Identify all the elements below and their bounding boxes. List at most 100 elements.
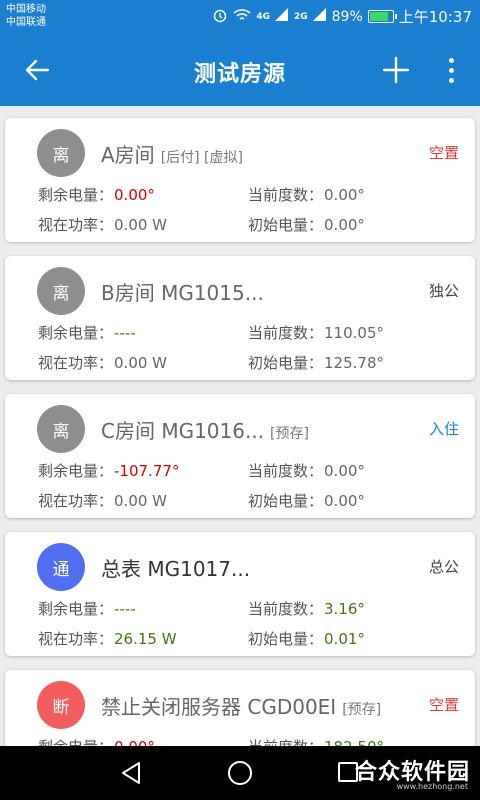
more-menu-button[interactable] [440,52,462,88]
power-label: 视在功率： [38,354,114,372]
room-title: 总表 MG1017... [101,557,251,581]
clock: 上午10:37 [398,8,472,26]
room-name: 禁止关闭服务器 CGD00EI [预存] [101,691,381,720]
room-list[interactable]: 离 A房间 [后付] [虚拟] 空置 剩余电量：0.00° 当前度数：0.00° … [0,106,480,746]
room-card[interactable]: 离 C房间 MG1016... [预存] 入住 剩余电量：-107.77° 当前度… [5,394,475,518]
room-tags: [预存] [270,426,309,442]
remaining-label: 剩余电量： [38,462,114,480]
carrier-info: 中国移动 中国联通 [6,3,46,29]
battery-icon [367,10,397,23]
current-reading-row: 当前度数：182.50° [248,736,384,746]
room-tags: [后付] [虚拟] [160,150,243,166]
status-avatar: 通 [37,543,85,591]
power-label: 视在功率： [38,492,114,510]
status-icons: 4G 2G 89% 上午10:37 [212,6,472,27]
add-button[interactable] [380,54,412,86]
plus-icon [382,56,410,84]
initial-value: 0.00° [324,492,365,510]
initial-row: 初始电量：125.78° [248,352,384,373]
initial-row: 初始电量：0.01° [248,628,365,649]
room-card[interactable]: 离 B房间 MG1015... 独公 剩余电量：---- 当前度数：110.05… [5,256,475,380]
initial-row: 初始电量：0.00° [248,214,365,235]
power-value: 0.00 W [114,492,168,510]
power-value: 0.00 W [114,216,168,234]
room-title: A房间 [101,143,155,167]
occupancy-status: 空置 [428,696,459,714]
room-title: B房间 MG1015... [101,281,264,305]
signal-tag-1: 4G [256,11,270,22]
alarm-icon [212,7,228,27]
remaining-label: 剩余电量： [38,738,113,746]
remaining-label: 剩余电量： [38,600,114,618]
more-vert-icon [448,57,454,63]
current-reading-value: 0.00° [324,462,365,480]
remaining-row: 剩余电量：-107.77° [38,460,179,481]
initial-row: 初始电量：0.00° [248,490,365,511]
current-reading-row: 当前度数：3.16° [248,598,365,619]
current-reading-row: 当前度数：0.00° [248,460,365,481]
current-reading-label: 当前度数： [248,462,324,480]
remaining-row: 剩余电量：---- [38,322,136,343]
room-card[interactable]: 断 禁止关闭服务器 CGD00EI [预存] 空置 剩余电量：0.00° 当前度数… [5,670,475,746]
remaining-row: 剩余电量：---- [38,598,136,619]
room-name: C房间 MG1016... [预存] [101,415,309,444]
nav-back-icon[interactable] [120,761,142,785]
remaining-value: -107.77° [114,462,180,480]
room-card[interactable]: 离 A房间 [后付] [虚拟] 空置 剩余电量：0.00° 当前度数：0.00° … [5,118,475,242]
room-name: B房间 MG1015... [101,277,270,306]
initial-value: 0.00° [324,216,365,234]
current-reading-label: 当前度数： [248,324,324,342]
carrier-1: 中国移动 [6,4,46,15]
remaining-row: 剩余电量：0.00° [38,736,155,746]
status-avatar: 离 [37,129,85,177]
current-reading-row: 当前度数：110.05° [248,322,384,343]
room-name: 总表 MG1017... [101,553,256,582]
signal-tag-2: 2G [293,11,308,22]
remaining-value: 0.00° [114,738,155,746]
current-reading-value: 110.05° [324,324,385,342]
initial-label: 初始电量： [248,492,324,510]
room-title: 禁止关闭服务器 CGD00EI [101,695,337,719]
wifi-icon [233,8,251,26]
power-value: 26.15 W [114,630,177,648]
status-avatar: 离 [37,405,85,453]
initial-label: 初始电量： [248,216,324,234]
watermark-url: www.hezhong.net [396,782,468,791]
system-nav-bar: 合众软件园 www.hezhong.net [0,746,480,800]
power-row: 视在功率：0.00 W [38,352,167,373]
power-label: 视在功率： [38,216,114,234]
remaining-value: 0.00° [114,186,155,204]
current-reading-label: 当前度数： [248,738,323,746]
battery-level [369,12,389,21]
signal-icon-2 [312,8,327,25]
app-bar: 测试房源 [0,34,480,106]
status-avatar: 断 [37,681,85,729]
power-value: 0.00 W [114,354,168,372]
battery-percent: 89% [331,8,363,25]
power-row: 视在功率：0.00 W [38,214,167,235]
occupancy-status: 总公 [428,558,459,576]
initial-label: 初始电量： [248,630,324,648]
current-reading-value: 3.16° [324,600,365,618]
room-name: A房间 [后付] [虚拟] [101,139,243,168]
occupancy-status: 入住 [428,420,459,438]
room-card[interactable]: 通 总表 MG1017... 总公 剩余电量：---- 当前度数：3.16° 视… [5,532,475,656]
current-reading-row: 当前度数：0.00° [248,184,365,205]
current-reading-value: 182.50° [324,738,384,746]
current-reading-label: 当前度数： [248,600,324,618]
occupancy-status: 空置 [428,144,459,162]
remaining-value: ---- [114,324,136,342]
power-row: 视在功率：0.00 W [38,490,167,511]
initial-value: 0.01° [324,630,365,648]
initial-value: 125.78° [324,354,385,372]
room-tags: [预存] [342,702,382,718]
room-title: C房间 MG1016... [101,419,265,443]
power-label: 视在功率： [38,630,114,648]
initial-label: 初始电量： [248,354,324,372]
carrier-2: 中国联通 [6,17,46,28]
remaining-label: 剩余电量： [38,324,114,342]
nav-home-button[interactable] [228,761,252,785]
remaining-label: 剩余电量： [38,186,114,204]
signal-icon-1 [274,8,289,25]
remaining-row: 剩余电量：0.00° [38,184,155,205]
